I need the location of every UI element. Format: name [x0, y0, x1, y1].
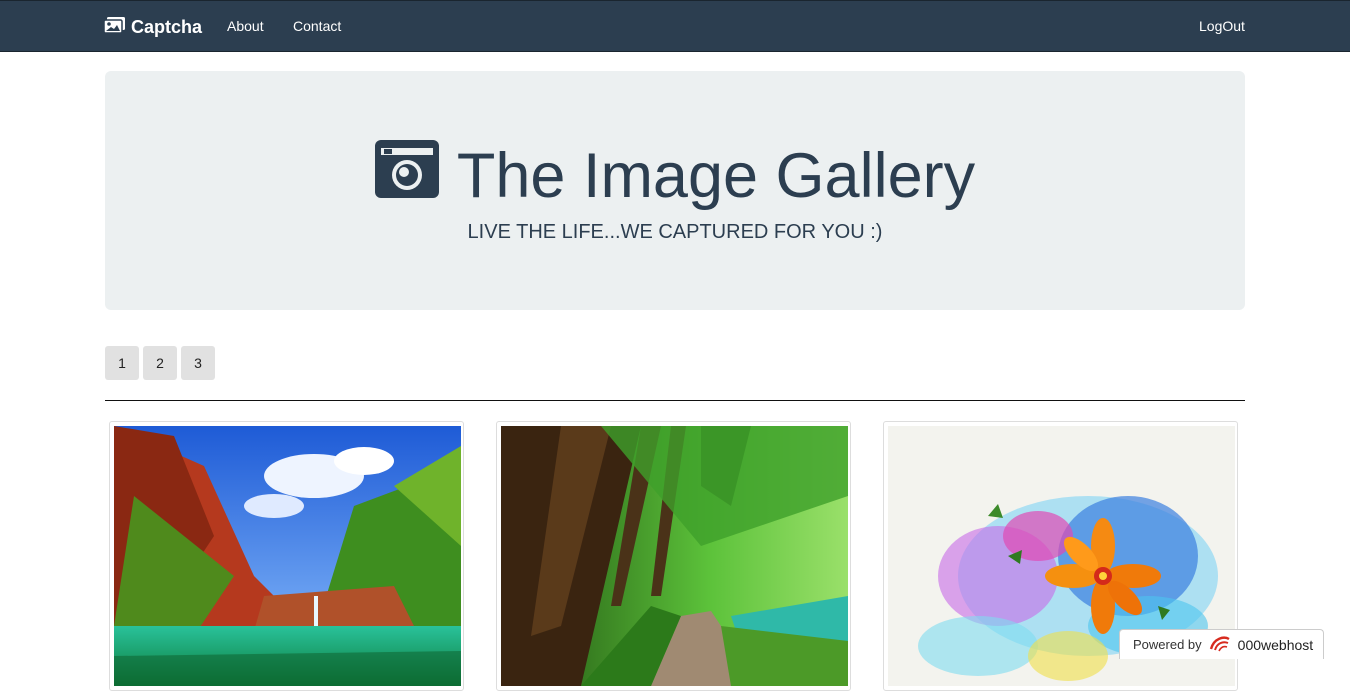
nav-link-about[interactable]: About	[227, 18, 264, 34]
camera-icon	[374, 140, 439, 212]
brand-label: Captcha	[131, 16, 203, 37]
images-icon	[103, 16, 125, 38]
000webhost-logo-icon	[1208, 634, 1232, 655]
section-divider	[105, 400, 1245, 401]
page-button-2[interactable]: 2	[143, 346, 177, 380]
powered-by-label: Powered by	[1133, 637, 1202, 652]
top-navbar: Captcha About Contact LogOut	[0, 0, 1350, 52]
pagination: 1 2 3	[105, 346, 215, 380]
powered-by-badge[interactable]: Powered by 000webhost	[1119, 629, 1324, 659]
page-button-3[interactable]: 3	[181, 346, 215, 380]
page-button-1[interactable]: 1	[105, 346, 139, 380]
page-title: The Image Gallery	[456, 141, 976, 211]
webhost-name: 000webhost	[1237, 636, 1314, 653]
gallery-image-forest-path[interactable]	[496, 421, 851, 691]
nav-link-contact[interactable]: Contact	[293, 18, 341, 34]
hero-heading: The Image Gallery	[105, 140, 1245, 212]
brand-link[interactable]: Captcha	[103, 15, 203, 39]
hero-banner: The Image Gallery LIVE THE LIFE...WE CAP…	[105, 71, 1245, 310]
logout-link[interactable]: LogOut	[1199, 18, 1245, 34]
hero-subtitle: LIVE THE LIFE...WE CAPTURED FOR YOU :)	[467, 221, 883, 243]
gallery-image-waterfall-landscape[interactable]	[109, 421, 464, 691]
